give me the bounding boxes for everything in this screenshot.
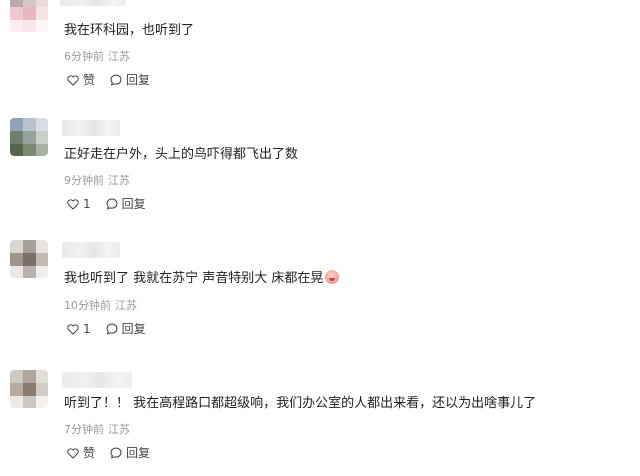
comment-item: 听到了！！ 我在高程路口都超级响，我们办公室的人都出来看，还以为出啥事儿了 7分… xyxy=(0,358,640,476)
comment-item: 我在环科园，也听到了 6分钟前 江苏 赞 回复 xyxy=(0,0,640,100)
comment-actions: 赞 回复 xyxy=(66,445,164,461)
comment-location: 江苏 xyxy=(108,174,130,187)
reply-button[interactable]: 回复 xyxy=(105,321,146,337)
avatar[interactable] xyxy=(10,240,48,278)
chat-bubble-icon xyxy=(106,323,118,335)
username-blurred[interactable] xyxy=(60,0,126,6)
heart-outline-icon xyxy=(67,199,79,210)
like-button[interactable]: 赞 xyxy=(66,445,95,461)
reply-button[interactable]: 回复 xyxy=(109,445,150,461)
like-button[interactable]: 1 xyxy=(66,196,91,212)
comment-meta: 10分钟前 江苏 xyxy=(64,298,137,314)
chat-bubble-icon xyxy=(110,74,122,86)
comment-meta: 6分钟前 江苏 xyxy=(64,49,130,65)
comment-time: 6分钟前 xyxy=(64,50,104,63)
comment-actions: 赞 回复 xyxy=(66,72,164,88)
comment-actions: 1 回复 xyxy=(66,321,160,337)
like-label: 赞 xyxy=(83,446,96,460)
comment-actions: 1 回复 xyxy=(66,196,160,212)
reply-label: 回复 xyxy=(121,322,146,336)
comment-meta: 9分钟前 江苏 xyxy=(64,173,130,189)
comment-location: 江苏 xyxy=(108,50,130,63)
avatar[interactable] xyxy=(10,0,48,32)
heart-outline-icon xyxy=(67,324,79,335)
comment-item: 正好走在户外，头上的鸟吓得都飞出了数 9分钟前 江苏 1 回复 xyxy=(0,112,640,224)
comment-time: 7分钟前 xyxy=(64,423,104,436)
like-label: 赞 xyxy=(83,73,96,87)
avatar[interactable] xyxy=(10,370,48,408)
like-button[interactable]: 赞 xyxy=(66,72,95,88)
comment-text: 我也听到了 我就在苏宁 声音特别大 床都在晃 xyxy=(64,270,340,288)
comment-time: 9分钟前 xyxy=(64,174,104,187)
avatar[interactable] xyxy=(10,118,48,156)
username-blurred[interactable] xyxy=(62,242,120,258)
heart-outline-icon xyxy=(67,75,79,86)
reply-label: 回复 xyxy=(126,73,151,87)
chat-bubble-icon xyxy=(106,198,118,210)
like-count: 1 xyxy=(83,322,91,336)
username-blurred[interactable] xyxy=(62,372,132,388)
crying-face-emoji-icon xyxy=(325,270,340,284)
comment-text-content: 我也听到了 我就在苏宁 声音特别大 床都在晃 xyxy=(64,271,324,286)
comment-location: 江苏 xyxy=(115,299,137,312)
comment-time: 10分钟前 xyxy=(64,299,111,312)
comment-item: 我也听到了 我就在苏宁 声音特别大 床都在晃 10分钟前 江苏 1 回复 xyxy=(0,232,640,350)
username-blurred[interactable] xyxy=(62,120,120,136)
reply-label: 回复 xyxy=(126,446,151,460)
comment-location: 江苏 xyxy=(108,423,130,436)
reply-button[interactable]: 回复 xyxy=(109,72,150,88)
heart-outline-icon xyxy=(67,448,79,459)
comment-text: 听到了！！ 我在高程路口都超级响，我们办公室的人都出来看，还以为出啥事儿了 xyxy=(64,396,537,411)
reply-button[interactable]: 回复 xyxy=(105,196,146,212)
like-button[interactable]: 1 xyxy=(66,321,91,337)
comment-text: 我在环科园，也听到了 xyxy=(64,23,195,38)
reply-label: 回复 xyxy=(121,197,146,211)
like-count: 1 xyxy=(83,197,91,211)
comment-text: 正好走在户外，头上的鸟吓得都飞出了数 xyxy=(64,147,299,162)
chat-bubble-icon xyxy=(110,447,122,459)
comment-meta: 7分钟前 江苏 xyxy=(64,422,130,438)
